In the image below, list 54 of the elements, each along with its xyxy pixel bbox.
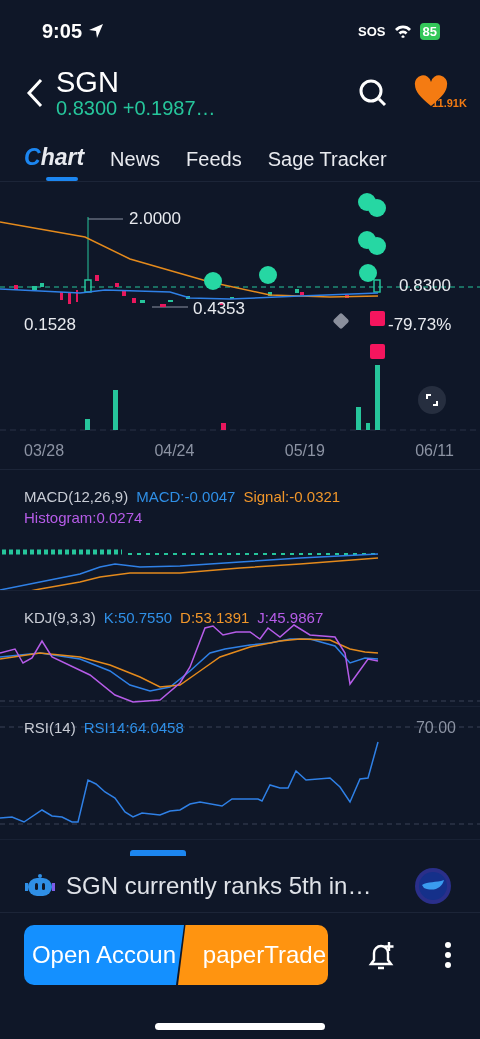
tab[interactable]: Chart: [24, 144, 85, 181]
price-label: 0.4353: [193, 299, 245, 319]
event-marker[interactable]: [259, 266, 277, 284]
indicator-title: MACD(12,26,9): [24, 488, 129, 505]
event-marker[interactable]: [370, 311, 385, 326]
tab[interactable]: Feeds: [186, 148, 242, 181]
tab[interactable]: News: [110, 148, 161, 181]
location-icon: [88, 23, 105, 39]
robot-icon: [24, 873, 56, 899]
axis-date: 03/28: [24, 442, 65, 461]
stock-symbol: SGN: [56, 66, 120, 97]
page-indicator: [130, 850, 186, 856]
more-icon[interactable]: [444, 941, 452, 969]
volume-bar: [356, 407, 361, 430]
battery-indicator: 85: [419, 22, 440, 40]
fullscreen-icon[interactable]: [418, 386, 446, 414]
price-label: 2.0000: [129, 209, 181, 229]
volume-bar: [366, 423, 370, 430]
indicator-value: D:53.1391: [180, 609, 250, 626]
last-price-label: 0.8300: [399, 276, 451, 296]
carrier-text: SOS: [358, 23, 386, 39]
axis-date: 05/19: [284, 442, 325, 461]
axis-date: 06/11: [415, 442, 454, 461]
indicator-value: J:45.9867: [257, 609, 324, 626]
insight-text[interactable]: SGN currently ranks 5th in…: [66, 872, 404, 900]
price-quote: 0.8300 +0.1987…: [56, 96, 217, 120]
indicator-title: RSI(14): [24, 719, 76, 736]
search-icon[interactable]: [358, 78, 388, 108]
volume-bar: [375, 365, 380, 430]
event-marker[interactable]: [368, 199, 386, 217]
volume-bar: [113, 390, 118, 430]
leader-line: [151, 306, 189, 308]
back-icon[interactable]: [26, 78, 44, 108]
tab[interactable]: Sage Tracker: [267, 148, 387, 181]
indicator-value: MACD:-0.0047: [136, 488, 236, 505]
indicator-value: Signal:-0.0321: [243, 488, 341, 505]
assistant-orb-icon[interactable]: [414, 867, 452, 905]
wifi-icon: [393, 24, 412, 38]
volume-bar: [85, 419, 90, 430]
indicator-value: K:50.7550: [103, 609, 173, 626]
event-marker[interactable]: [368, 237, 386, 255]
level-label: 70.00: [415, 719, 456, 737]
change-label: -79.73%: [388, 315, 452, 335]
indicator-value: Histogram:0.0274: [24, 509, 143, 526]
status-time: 9:05: [42, 19, 83, 43]
price-label: 0.1528: [24, 315, 76, 335]
leader-line: [87, 218, 124, 220]
event-marker[interactable]: [359, 264, 377, 282]
axis-date: 04/24: [154, 442, 195, 461]
event-marker[interactable]: [370, 344, 385, 359]
event-marker[interactable]: [204, 272, 222, 290]
indicator-title: KDJ(9,3,3): [24, 609, 96, 626]
indicator-value: RSI14:64.0458: [83, 719, 184, 736]
volume-bar: [221, 423, 226, 430]
